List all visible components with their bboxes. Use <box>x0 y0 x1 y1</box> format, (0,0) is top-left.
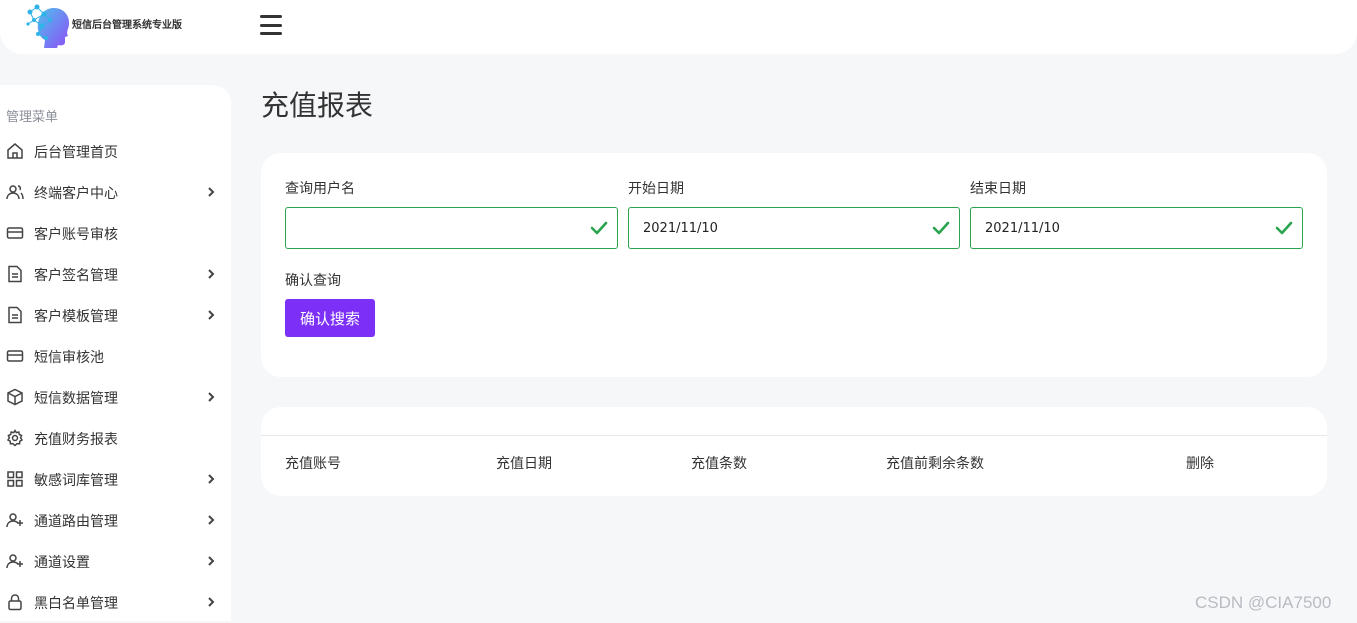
chevron-right-icon <box>208 310 215 320</box>
sidebar-item-label: 终端客户中心 <box>34 186 118 202</box>
sidebar-heading: 管理菜单 <box>6 110 59 125</box>
page-title: 充值报表 <box>261 89 374 122</box>
sidebar-item-label: 后台管理首页 <box>34 145 118 161</box>
sidebar-item-label: 短信审核池 <box>34 350 104 366</box>
chevron-right-icon <box>208 597 215 607</box>
home-icon <box>7 143 23 159</box>
card-icon <box>6 350 24 362</box>
column-header-date: 充值日期 <box>496 456 552 472</box>
username-input[interactable] <box>286 208 617 248</box>
brand-title: 短信后台管理系统专业版 <box>72 20 182 31</box>
sidebar-item-sensitive-words[interactable]: 敏感词库管理 <box>0 459 231 500</box>
end-date-input[interactable] <box>971 208 1302 248</box>
grid-icon <box>7 471 23 487</box>
chevron-right-icon <box>208 187 215 197</box>
sidebar-item-sms-data[interactable]: 短信数据管理 <box>0 377 231 418</box>
watermark: CSDN @CIA7500 <box>1195 593 1332 612</box>
sidebar-item-label: 通道设置 <box>34 555 90 571</box>
sidebar-item-account-review[interactable]: 客户账号审核 <box>0 213 231 254</box>
users-icon <box>6 185 24 200</box>
sidebar-item-finance-report[interactable]: 充值财务报表 <box>0 418 231 459</box>
recharge-table: 充值账号 充值日期 充值条数 充值前剩余条数 删除 <box>261 407 1327 496</box>
sidebar-item-label: 敏感词库管理 <box>34 473 118 489</box>
document-icon <box>8 265 22 283</box>
chevron-right-icon <box>208 474 215 484</box>
chevron-right-icon <box>208 392 215 402</box>
chevron-right-icon <box>208 269 215 279</box>
sidebar-item-label: 客户账号审核 <box>34 227 118 243</box>
confirm-label: 确认查询 <box>285 273 341 289</box>
column-header-account: 充值账号 <box>285 456 341 472</box>
start-date-label: 开始日期 <box>628 181 684 197</box>
check-icon <box>932 221 950 235</box>
search-button[interactable]: 确认搜索 <box>285 299 375 337</box>
user-plus-icon <box>6 554 23 569</box>
sidebar-item-label: 黑白名单管理 <box>34 596 118 612</box>
sidebar-item-channel-settings[interactable]: 通道设置 <box>0 541 231 582</box>
column-header-remaining: 充值前剩余条数 <box>886 456 984 472</box>
end-date-field-wrapper <box>970 207 1303 249</box>
sidebar-item-sms-review[interactable]: 短信审核池 <box>0 336 231 377</box>
sidebar-item-label: 客户模板管理 <box>34 309 118 325</box>
search-panel: 查询用户名 开始日期 结束日期 确认查询 确认搜索 <box>261 153 1327 377</box>
user-plus-icon <box>6 513 23 528</box>
sidebar-item-label: 充值财务报表 <box>34 432 118 448</box>
start-date-field-wrapper <box>628 207 960 249</box>
sidebar-item-label: 客户签名管理 <box>34 268 118 284</box>
box-icon <box>7 388 23 406</box>
sidebar-item-channel-routing[interactable]: 通道路由管理 <box>0 500 231 541</box>
sidebar-item-dashboard[interactable]: 后台管理首页 <box>0 131 231 172</box>
sidebar-item-signature[interactable]: 客户签名管理 <box>0 254 231 295</box>
username-field-wrapper <box>285 207 618 249</box>
gear-icon <box>6 429 24 447</box>
document-icon <box>8 306 22 324</box>
sidebar-item-template[interactable]: 客户模板管理 <box>0 295 231 336</box>
check-icon <box>1275 221 1293 235</box>
top-bar: 短信后台管理系统专业版 <box>0 0 1357 54</box>
sidebar: 管理菜单 后台管理首页 终端客户中心 客户账号审核 客户签名管理 客户模板管理 … <box>0 85 231 621</box>
sidebar-item-label: 通道路由管理 <box>34 514 118 530</box>
table-divider <box>261 435 1327 436</box>
end-date-label: 结束日期 <box>970 181 1026 197</box>
sidebar-item-label: 短信数据管理 <box>34 391 118 407</box>
check-icon <box>590 221 608 235</box>
brain-logo-icon <box>26 4 70 48</box>
lock-icon <box>8 594 22 611</box>
start-date-input[interactable] <box>629 208 959 248</box>
sidebar-item-blacklist[interactable]: 黑白名单管理 <box>0 582 231 623</box>
username-label: 查询用户名 <box>285 181 355 197</box>
column-header-count: 充值条数 <box>691 456 747 472</box>
card-icon <box>6 227 24 239</box>
chevron-right-icon <box>208 515 215 525</box>
column-header-delete: 删除 <box>1186 456 1214 472</box>
menu-toggle-icon[interactable] <box>260 15 282 35</box>
chevron-right-icon <box>208 556 215 566</box>
sidebar-item-customer-center[interactable]: 终端客户中心 <box>0 172 231 213</box>
